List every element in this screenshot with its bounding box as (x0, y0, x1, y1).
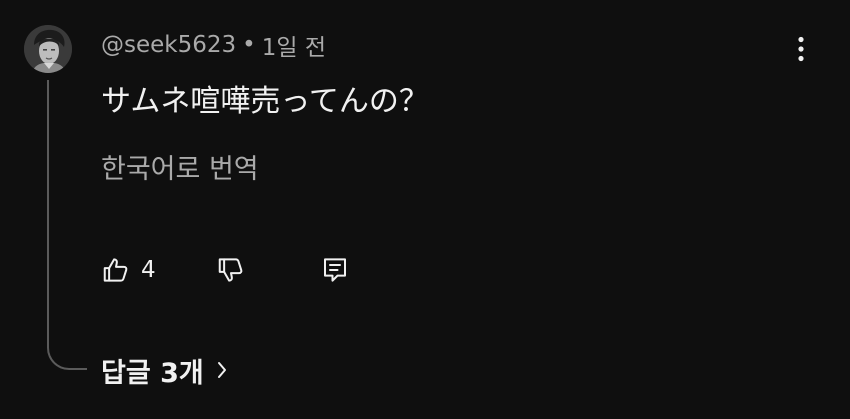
more-vertical-icon (798, 36, 804, 62)
like-button[interactable]: 4 (101, 253, 156, 287)
comment-body: サムネ喧嘩売ってんの？ (101, 84, 429, 119)
translate-button[interactable]: 한국어로 번역 (101, 150, 259, 190)
view-replies-button[interactable]: 답글 3개 (101, 350, 228, 390)
chevron-right-icon (216, 360, 228, 380)
author-avatar[interactable] (24, 25, 72, 73)
comment-time: 1일 전 (261, 35, 326, 61)
more-options-button[interactable] (786, 32, 816, 66)
thumbs-up-icon (103, 258, 128, 282)
comment-meta: @seek5623 • 1일 전 (101, 28, 326, 62)
author-handle[interactable]: @seek5623 (101, 32, 236, 58)
reply-comment-icon (324, 258, 346, 282)
thumbs-down-icon (218, 258, 243, 282)
like-count: 4 (141, 257, 156, 283)
dislike-button[interactable] (216, 253, 250, 287)
replies-label: 답글 3개 (101, 357, 204, 389)
reply-thread-line (47, 80, 87, 370)
reply-button[interactable] (320, 253, 354, 287)
meta-separator: • (242, 32, 256, 58)
